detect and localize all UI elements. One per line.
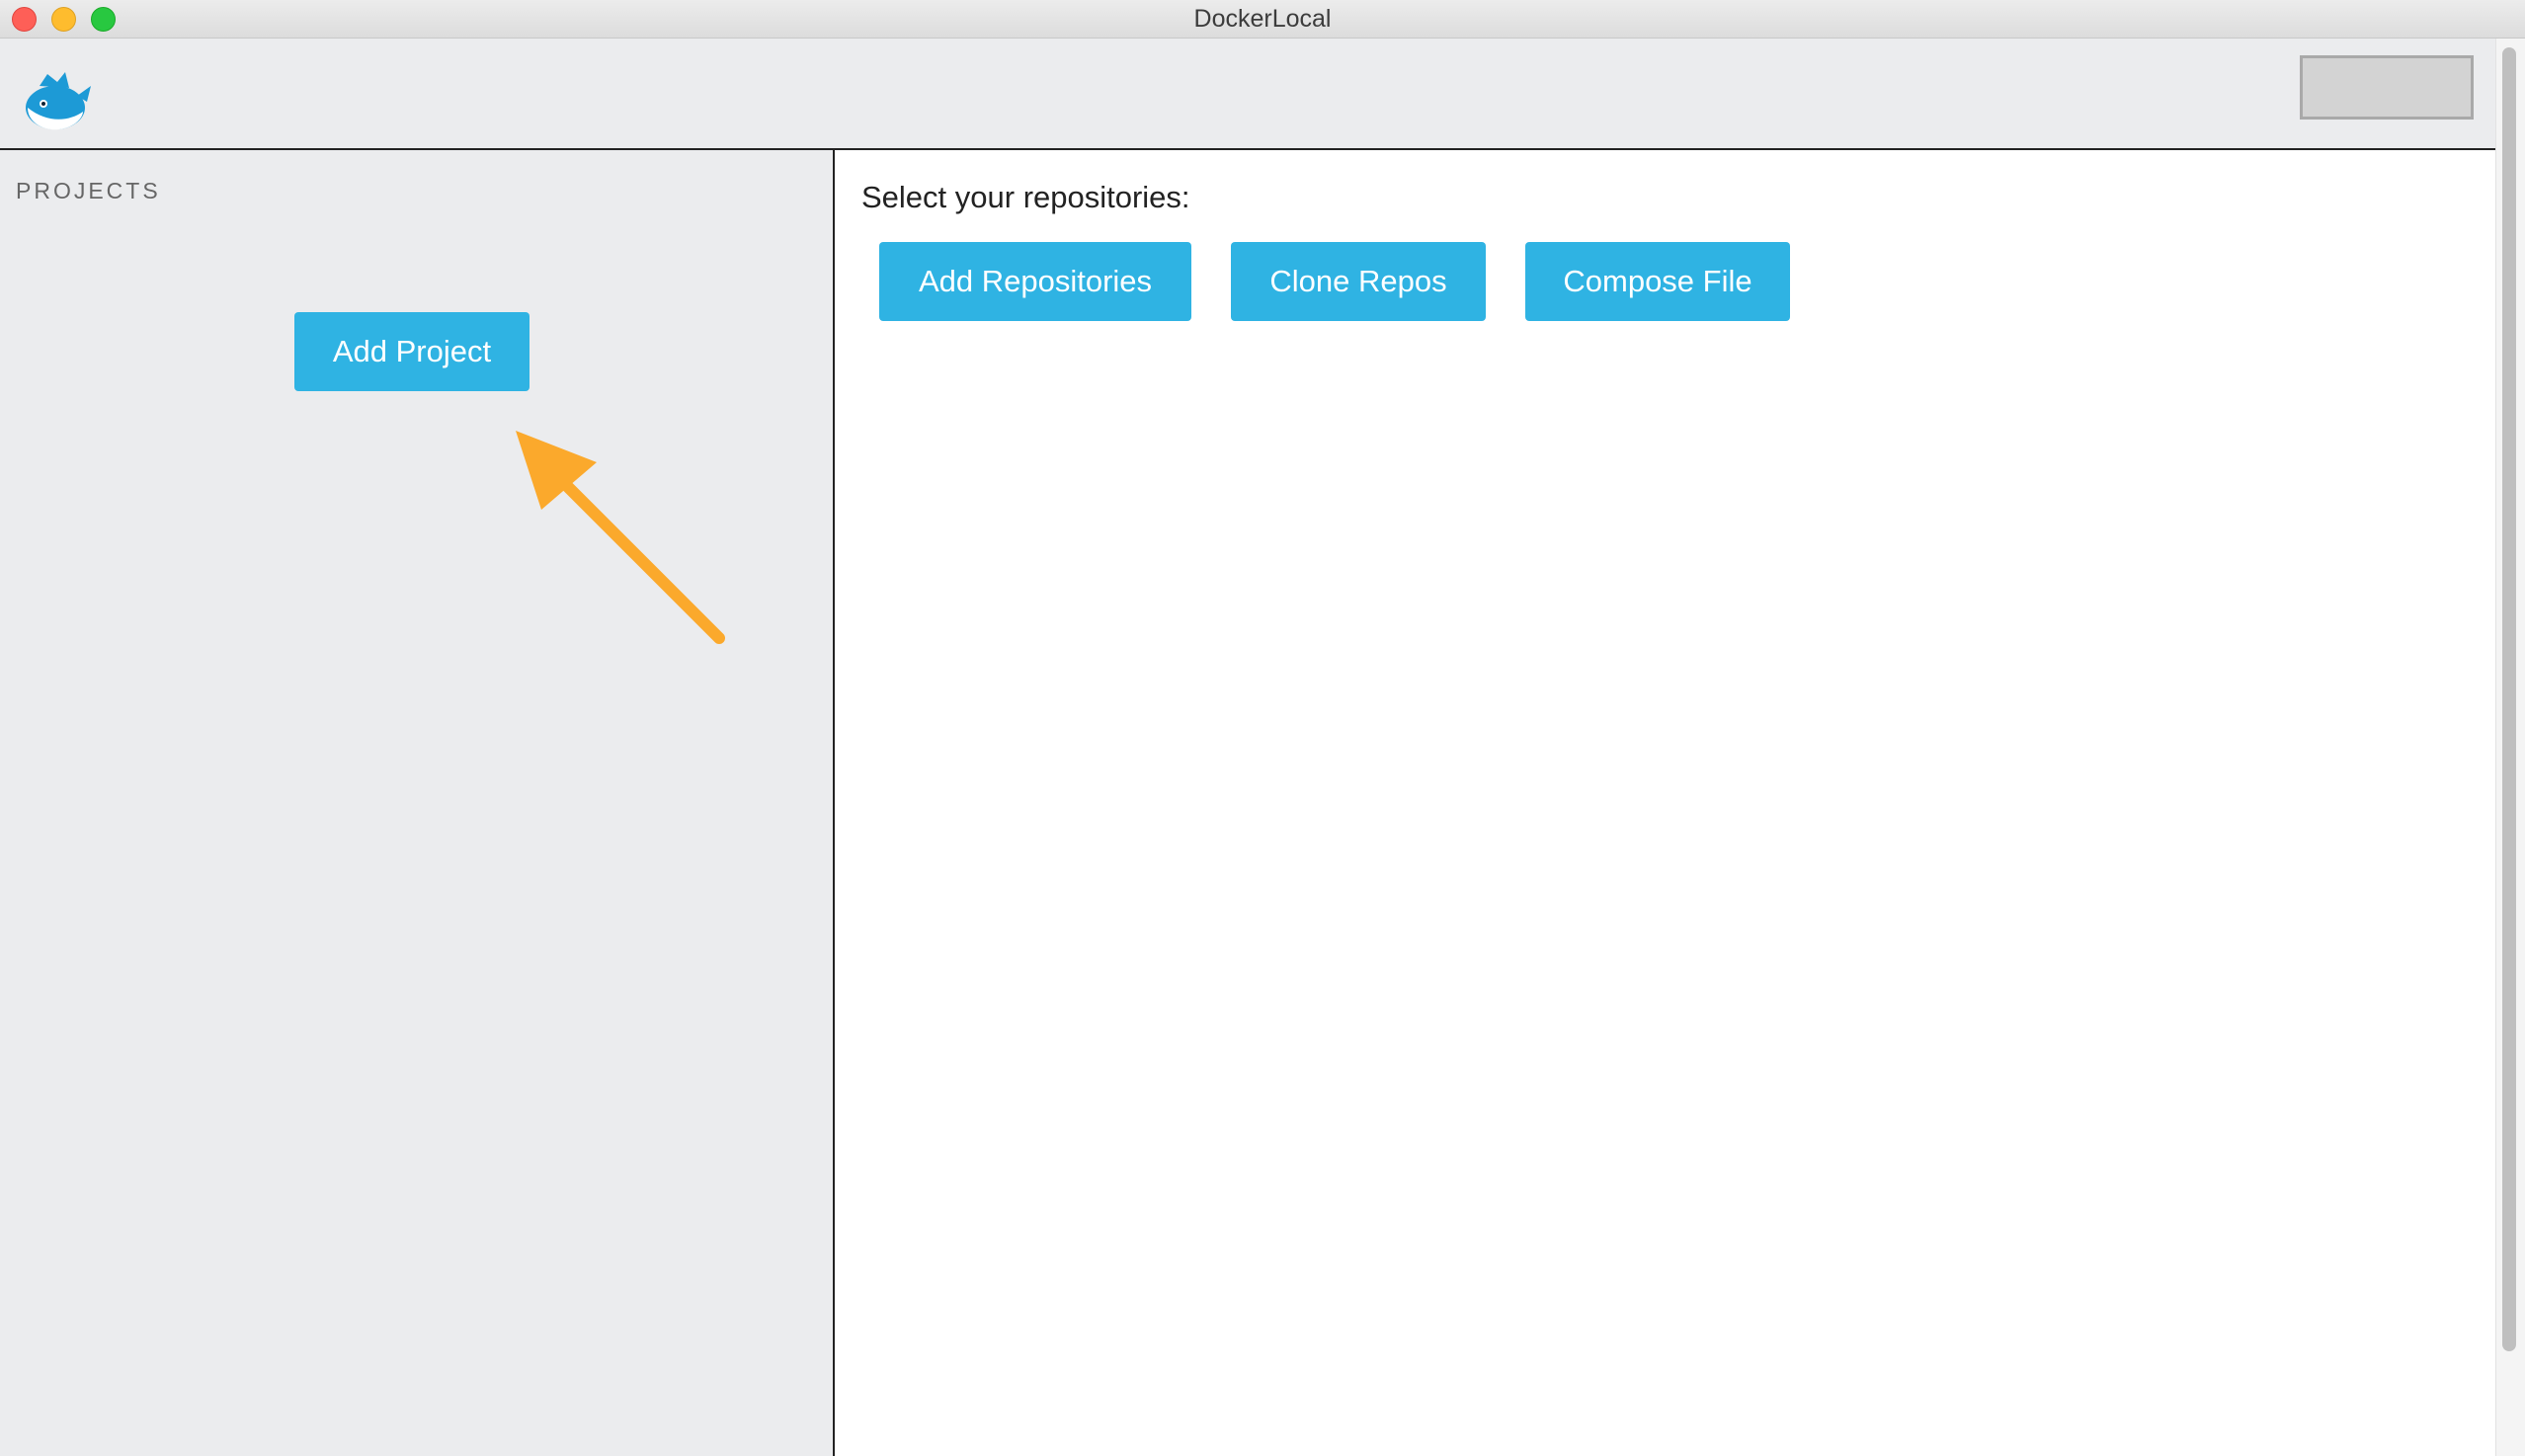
clone-repos-button[interactable]: Clone Repos — [1231, 242, 1486, 321]
add-repositories-button[interactable]: Add Repositories — [879, 242, 1191, 321]
repositories-prompt: Select your repositories: — [861, 180, 1190, 214]
arrow-pointing-icon — [516, 431, 725, 644]
window-title: DockerLocal — [1193, 5, 1332, 33]
window-titlebar: DockerLocal — [0, 0, 2525, 39]
header-action-button[interactable] — [2300, 55, 2474, 120]
compose-file-button[interactable]: Compose File — [1525, 242, 1790, 321]
projects-heading: PROJECTS — [16, 178, 161, 203]
projects-sidebar: PROJECTS Add Project — [0, 150, 835, 1456]
app-header — [0, 39, 2495, 150]
add-project-button[interactable]: Add Project — [294, 312, 529, 391]
repositories-panel: Select your repositories: Add Repositori… — [835, 150, 2495, 1456]
scrollbar-thumb[interactable] — [2502, 47, 2516, 1351]
docker-whale-icon — [26, 72, 91, 130]
